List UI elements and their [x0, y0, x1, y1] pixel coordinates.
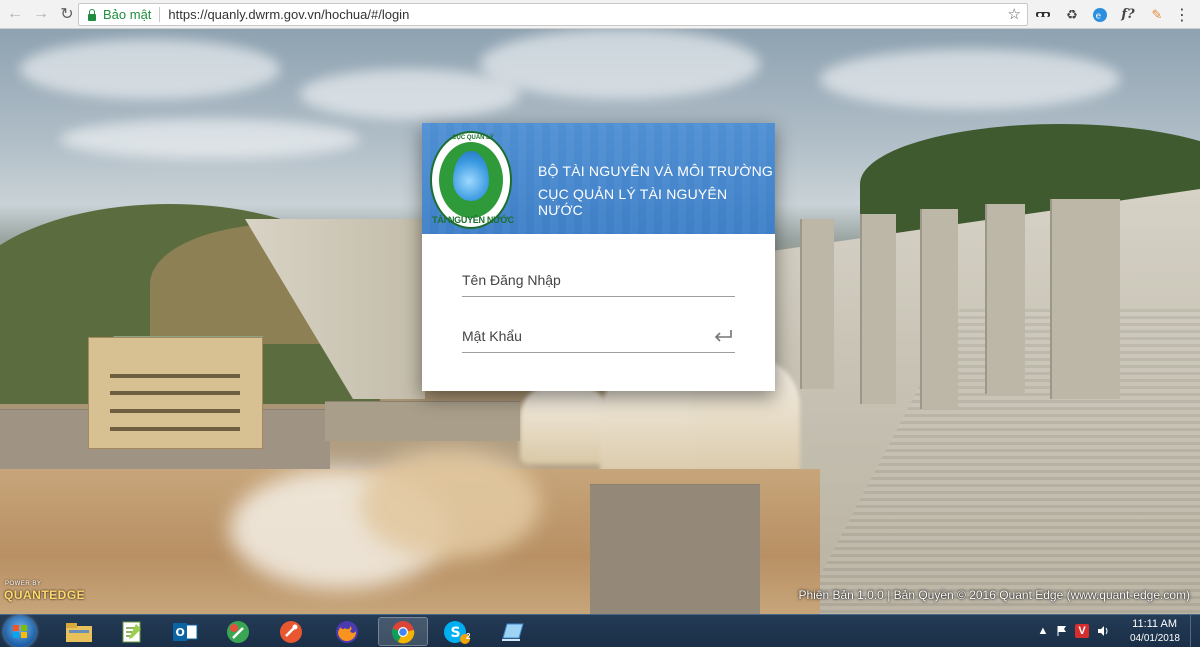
bookmark-star-icon[interactable]: ☆ — [1008, 5, 1021, 23]
recycle-extension-icon[interactable]: ♻ — [1063, 6, 1081, 23]
ie-tab-extension-icon[interactable]: e — [1091, 6, 1109, 23]
chrome-icon[interactable] — [378, 617, 428, 646]
start-button[interactable] — [4, 616, 36, 647]
notepad-plus-icon[interactable] — [107, 617, 157, 646]
login-header: CỤC QUẢN LÝ TÀI NGUYÊN NƯỚC BỘ TÀI NGUYÊ… — [422, 123, 775, 234]
password-input[interactable] — [462, 321, 697, 351]
login-card: CỤC QUẢN LÝ TÀI NGUYÊN NƯỚC BỘ TÀI NGUYÊ… — [422, 123, 775, 391]
quantedge-logo: QUANTEDGE — [4, 588, 86, 602]
browser-toolbar: ← → ↻ Bảo mật https://quanly.dwrm.gov.vn… — [0, 0, 1200, 29]
power-by-label: POWER BY — [5, 581, 42, 587]
windows-taskbar: O S 2 ▲ V 11:11 AM 04/01/2018 — [0, 614, 1200, 647]
volume-icon[interactable] — [1096, 624, 1110, 638]
omnibox-divider — [159, 7, 161, 22]
firefox-icon[interactable] — [322, 617, 372, 646]
show-desktop-button[interactable] — [1190, 615, 1200, 647]
postman-icon[interactable] — [266, 617, 316, 646]
outlook-icon[interactable]: O — [160, 617, 210, 646]
paint-extension-icon[interactable]: ✎ — [1148, 6, 1166, 23]
file-explorer-icon[interactable] — [54, 617, 104, 646]
username-input[interactable] — [462, 265, 735, 295]
url-text[interactable]: https://quanly.dwrm.gov.vn/hochua/#/logi… — [168, 7, 409, 22]
secure-label: Bảo mật — [103, 7, 152, 22]
back-arrow-icon[interactable]: ← — [4, 3, 26, 25]
password-field-wrapper — [462, 321, 735, 353]
show-hidden-icons-icon[interactable]: ▲ — [1036, 624, 1050, 638]
skype-icon[interactable]: S 2 — [432, 617, 482, 646]
svg-text:O: O — [176, 626, 185, 639]
logo-top-text: CỤC QUẢN LÝ — [452, 135, 494, 141]
ministry-name: BỘ TÀI NGUYÊN VÀ MÔI TRƯỜNG — [538, 163, 773, 179]
antivirus-icon[interactable]: V — [1075, 624, 1089, 638]
system-tray: ▲ V 11:11 AM 04/01/2018 — [1030, 615, 1200, 647]
lock-icon — [87, 8, 97, 21]
skype-notification-badge: 2 — [466, 632, 471, 641]
address-bar[interactable]: Bảo mật https://quanly.dwrm.gov.vn/hochu… — [78, 3, 1028, 26]
logo-bottom-text: TÀI NGUYÊN NƯỚC — [432, 215, 514, 225]
incognito-extension-icon[interactable] — [1034, 6, 1052, 23]
fontface-extension-icon[interactable]: f? — [1118, 6, 1138, 23]
svg-text:e: e — [1096, 11, 1102, 21]
sourcetree-icon[interactable] — [213, 617, 263, 646]
clock-date[interactable]: 04/01/2018 — [1130, 633, 1180, 644]
department-name: CỤC QUẢN LÝ TÀI NGUYÊN NƯỚC — [538, 186, 728, 218]
reload-icon[interactable]: ↻ — [56, 3, 78, 25]
action-center-flag-icon[interactable] — [1055, 624, 1069, 638]
enter-return-icon[interactable] — [713, 329, 733, 343]
forward-arrow-icon[interactable]: → — [30, 3, 52, 25]
svg-text:S: S — [451, 625, 461, 641]
username-field-wrapper — [462, 265, 735, 297]
remote-desktop-icon[interactable] — [487, 617, 537, 646]
clock-time[interactable]: 11:11 AM — [1132, 618, 1177, 630]
browser-menu-icon[interactable]: ⋮ — [1173, 6, 1191, 24]
version-copyright-text: Phiên Bản 1.0.0 | Bản Quyền © 2016 Quant… — [798, 588, 1190, 602]
agency-logo: CỤC QUẢN LÝ TÀI NGUYÊN NƯỚC — [430, 131, 514, 229]
